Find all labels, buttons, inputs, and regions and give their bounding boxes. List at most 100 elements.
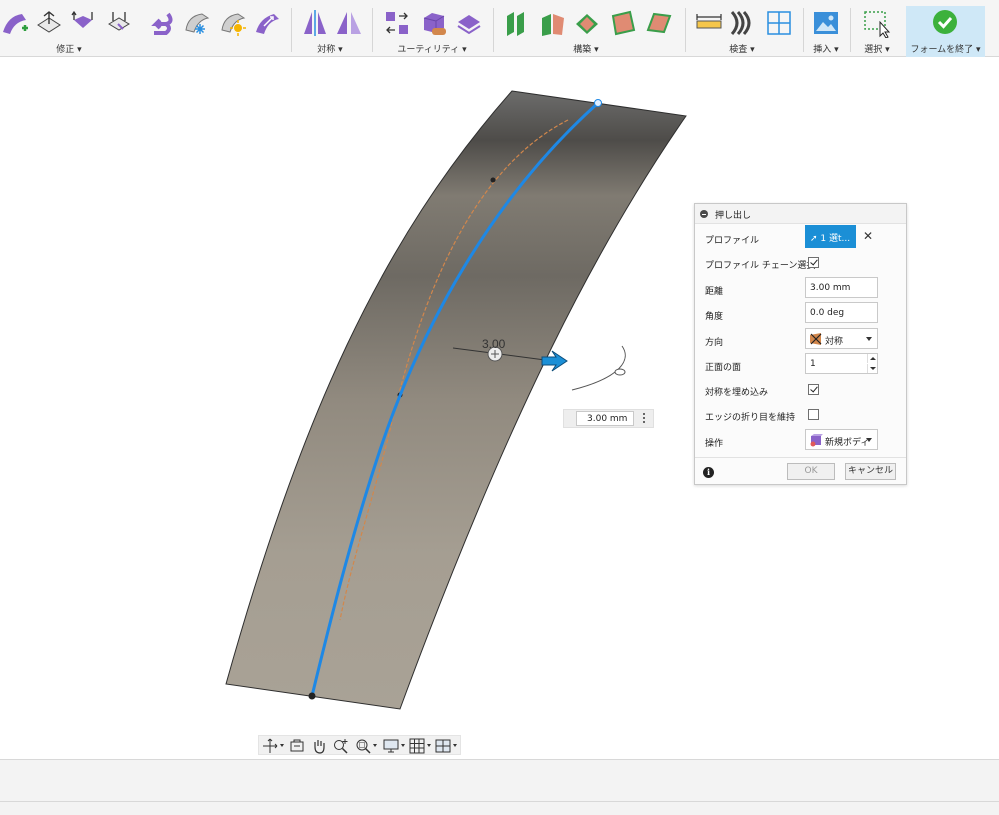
keep-creases-label: エッジの折り目を維持 [705, 413, 796, 423]
inspect-group-label[interactable]: 検査 ▾ [690, 42, 794, 55]
section-analysis-icon[interactable] [764, 8, 794, 38]
direction-label: 方向 [705, 338, 724, 348]
sketch-point[interactable] [490, 177, 496, 183]
grid-icon[interactable] [409, 738, 425, 754]
info-icon[interactable]: i [703, 467, 714, 478]
orbit-icon[interactable] [262, 738, 278, 754]
window-select-icon[interactable] [862, 8, 892, 39]
timeline-area [0, 759, 999, 815]
front-faces-label: 正面の面 [705, 363, 742, 373]
zebra-analysis-icon[interactable] [728, 8, 758, 38]
plane-through-points-icon[interactable] [644, 8, 674, 38]
dimension-label: 3.00 [482, 337, 506, 351]
chevron-down-icon[interactable] [453, 744, 457, 747]
viewports-icon[interactable] [435, 738, 451, 754]
offset-plane-icon[interactable] [501, 8, 531, 38]
finish-form-group: フォームを終了 ▾ [906, 0, 985, 57]
cursor-icon: ➚ [810, 234, 821, 244]
decrement-icon[interactable] [867, 364, 877, 373]
collapse-icon[interactable] [700, 210, 708, 218]
angle-handle[interactable] [614, 368, 626, 376]
navigation-bar [258, 735, 461, 755]
circular-internal-icon[interactable] [334, 8, 364, 38]
curve-endpoint[interactable] [308, 692, 316, 700]
chevron-down-icon[interactable] [373, 744, 377, 747]
convert-icon[interactable] [418, 8, 448, 38]
repair-body-icon[interactable] [454, 8, 484, 38]
increment-icon[interactable] [867, 354, 877, 363]
look-at-icon[interactable] [289, 738, 305, 754]
insert-group-label[interactable]: 挿入 ▾ [806, 42, 846, 55]
symmetric-direction-icon [810, 333, 822, 345]
toolbar-divider [685, 8, 686, 52]
toolbar: 修正 ▾ 対称 ▾ ユーティリティ ▾ 構築 ▾ 検査 ▾ 挿入 ▾ 選択 ▾ … [0, 0, 999, 57]
embed-symmetry-checkbox[interactable] [808, 384, 819, 395]
t-spline-surface[interactable] [225, 90, 687, 710]
more-options-icon[interactable] [643, 413, 646, 424]
direction-dropdown[interactable]: 対称 [805, 328, 878, 349]
profile-label: プロファイル [705, 236, 760, 246]
front-faces-stepper[interactable]: 1 [805, 353, 878, 374]
toolbar-divider [850, 8, 851, 52]
dialog-header: 押し出し [695, 204, 906, 224]
distance-label: 距離 [705, 287, 724, 297]
freeze-icon[interactable] [182, 8, 212, 38]
midplane-icon[interactable] [608, 8, 638, 38]
toolbar-divider [372, 8, 373, 52]
display-mode-icon[interactable] [382, 8, 412, 38]
toolbar-divider [291, 8, 292, 52]
new-body-icon [810, 434, 823, 447]
chain-select-checkbox[interactable] [808, 257, 819, 268]
curve-endpoint[interactable] [594, 99, 602, 107]
angle-label: 角度 [705, 312, 724, 322]
edit-form-icon[interactable] [0, 8, 30, 38]
finish-form-label[interactable]: フォームを終了 ▾ [906, 42, 985, 55]
chevron-down-icon[interactable] [427, 744, 431, 747]
insert-image-icon[interactable] [811, 8, 841, 38]
unfreeze-icon[interactable] [218, 8, 248, 38]
operation-dropdown[interactable]: 新規ボディ [805, 429, 878, 450]
pull-icon[interactable] [252, 8, 282, 38]
distance-field[interactable]: 3.00 mm [805, 277, 878, 298]
mirror-internal-icon[interactable] [300, 8, 330, 38]
utilities-group-label[interactable]: ユーティリティ ▾ [378, 42, 486, 55]
divider [0, 801, 999, 802]
construct-group: 構築 ▾ [498, 0, 678, 57]
chevron-down-icon [866, 438, 872, 442]
operation-label: 操作 [705, 439, 724, 449]
select-group-label[interactable]: 選択 ▾ [854, 42, 900, 55]
modify-group-label[interactable]: 修正 ▾ [0, 42, 138, 55]
chevron-down-icon[interactable] [280, 744, 284, 747]
subdivide-icon[interactable] [68, 8, 98, 38]
tangent-plane-icon[interactable] [572, 8, 602, 38]
toolbar-divider [493, 8, 494, 52]
distance-input[interactable]: 3.00 mm [576, 411, 634, 426]
display-settings-icon[interactable] [383, 738, 399, 754]
symmetry-group: 対称 ▾ [296, 0, 366, 57]
bridge-icon[interactable] [104, 8, 134, 38]
measure-icon[interactable] [694, 8, 724, 38]
zoom-icon[interactable] [333, 738, 349, 754]
inspect-group: 検査 ▾ [690, 0, 800, 57]
select-group: 選択 ▾ [854, 0, 900, 57]
chain-select-label: プロファイル チェーン選択 [705, 261, 816, 271]
embed-symmetry-label: 対称を埋め込み [705, 388, 769, 398]
plane-at-angle-icon[interactable] [537, 8, 567, 38]
keep-creases-checkbox[interactable] [808, 409, 819, 420]
symmetry-group-label[interactable]: 対称 ▾ [296, 42, 364, 55]
construct-group-label[interactable]: 構築 ▾ [498, 42, 674, 55]
distance-dimension-input: 3.00 mm [563, 409, 654, 428]
checkmark-icon[interactable] [930, 8, 960, 38]
insert-edge-icon[interactable] [34, 8, 64, 38]
ok-button[interactable]: OK [787, 463, 835, 480]
cancel-button[interactable]: キャンセル [845, 463, 896, 480]
angle-field[interactable]: 0.0 deg [805, 302, 878, 323]
utilities-group: ユーティリティ ▾ [378, 0, 486, 57]
clear-selection-icon[interactable]: ✕ [863, 229, 873, 243]
chevron-down-icon[interactable] [401, 744, 405, 747]
fit-icon[interactable] [355, 738, 371, 754]
fill-hole-icon[interactable] [146, 8, 176, 38]
profile-select-button[interactable]: ➚ 1 選t... [805, 225, 856, 248]
pan-icon[interactable] [311, 738, 327, 754]
dialog-footer: i OK キャンセル [695, 457, 906, 485]
